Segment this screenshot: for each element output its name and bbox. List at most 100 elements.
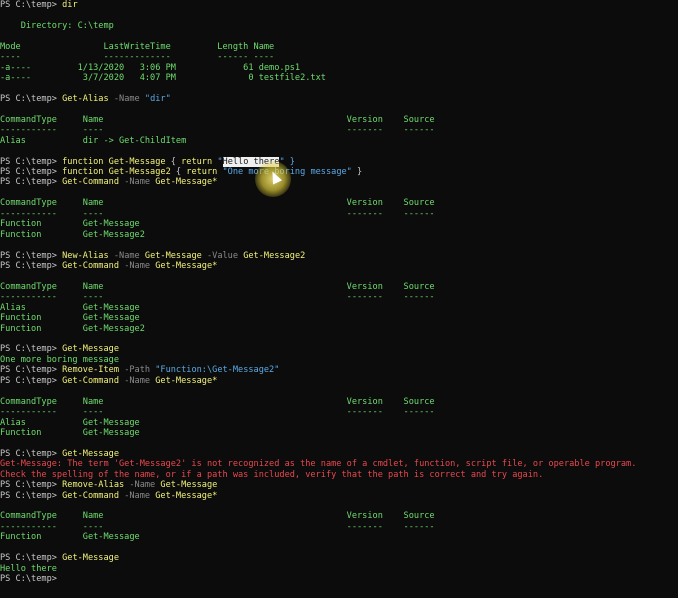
terminal-line: -a---- 3/7/2020 4:07 PM 0 testfile2.txt <box>0 73 678 83</box>
output-text: One more boring message <box>0 354 119 365</box>
terminal-line: One more boring message <box>0 355 678 365</box>
terminal-line: PS C:\temp> Get-Message <box>0 344 678 354</box>
command-text: Get-Command <box>62 177 125 188</box>
command-text: Remove-Alias <box>62 480 130 491</box>
output-text: ----------- ---- ------- ------ <box>0 292 435 303</box>
prompt-text: PS C:\temp> <box>0 0 63 10</box>
prompt-text: PS C:\temp> <box>0 375 63 386</box>
command-text: Get-Message <box>160 480 218 491</box>
terminal-line: PS C:\temp> <box>0 574 678 584</box>
prompt-text: { <box>175 167 187 177</box>
output-text: CommandType Name Version Source <box>0 281 435 292</box>
terminal-line: Directory: C:\temp <box>0 21 678 31</box>
terminal-output[interactable]: PS C:\temp> dir Directory: C:\temp Mode L… <box>0 0 678 585</box>
terminal-line: Mode LastWriteTime Length Name <box>0 42 678 52</box>
terminal-line: Alias dir -> Get-ChildItem <box>0 136 678 146</box>
prompt-text: PS C:\temp> <box>0 250 63 261</box>
output-text: Function Get-Message2 <box>0 229 145 240</box>
parameter-text: -Name <box>124 177 156 188</box>
output-text: Function Get-Message <box>0 313 140 324</box>
output-text: Alias dir -> Get-ChildItem <box>0 135 187 146</box>
terminal-line: PS C:\temp> Remove-Item -Path "Function:… <box>0 365 678 375</box>
terminal-line: ----------- ---- ------- ------ <box>0 292 678 302</box>
terminal-line: ---- ------------- ------ ---- <box>0 52 678 62</box>
terminal-line: PS C:\temp> Get-Command -Name Get-Messag… <box>0 261 678 271</box>
terminal-line: PS C:\temp> Get-Command -Name Get-Messag… <box>0 491 678 501</box>
output-text: Function Get-Message <box>0 532 140 543</box>
terminal-line: Hello there <box>0 564 678 574</box>
prompt-text: PS C:\temp> <box>0 93 63 104</box>
prompt-text: PS C:\temp> <box>0 167 63 177</box>
string-literal: "Function:\Get-Message2" <box>155 365 280 376</box>
parameter-text: -Name <box>113 93 145 104</box>
command-text: Get-Message <box>62 553 120 564</box>
string-literal: "One more boring message" <box>222 167 352 177</box>
command-text: Get-Message* <box>155 260 218 271</box>
output-text: ---- ------------- ------ ---- <box>0 52 275 63</box>
prompt-text: PS C:\temp> <box>0 553 63 564</box>
output-text: ----------- ---- ------- ------ <box>0 125 435 136</box>
parameter-text: -Name <box>124 490 156 501</box>
prompt-text: PS C:\temp> <box>0 260 63 271</box>
parameter-text: -Value <box>206 250 244 261</box>
output-text: Function Get-Message2 <box>0 323 145 334</box>
terminal-line: PS C:\temp> Get-Command -Name Get-Messag… <box>0 177 678 187</box>
terminal-line: Alias Get-Message <box>0 418 678 428</box>
terminal-line: Function Get-Message <box>0 428 678 438</box>
terminal-line: Function Get-Message2 <box>0 324 678 334</box>
terminal-line: CommandType Name Version Source <box>0 511 678 521</box>
output-text: CommandType Name Version Source <box>0 198 435 209</box>
output-text: Alias Get-Message <box>0 417 140 428</box>
output-text: Mode LastWriteTime Length Name <box>0 41 275 52</box>
string-literal: " } <box>279 156 295 167</box>
command-text: return <box>186 167 223 177</box>
terminal-line: Alias Get-Message <box>0 303 678 313</box>
terminal-line: CommandType Name Version Source <box>0 397 678 407</box>
command-text: Get-Message* <box>155 490 218 501</box>
parameter-text: -Name <box>113 250 145 261</box>
output-text: CommandType Name Version Source <box>0 396 435 407</box>
prompt-text: PS C:\temp> <box>0 344 63 355</box>
terminal-window[interactable]: PS C:\temp> dir Directory: C:\temp Mode L… <box>0 0 678 598</box>
terminal-line: Function Get-Message <box>0 532 678 542</box>
output-text: Function Get-Message <box>0 219 140 230</box>
command-text: Get-Message <box>62 448 120 459</box>
terminal-line: CommandType Name Version Source <box>0 115 678 125</box>
terminal-line: ----------- ---- ------- ------ <box>0 407 678 417</box>
parameter-text: -Name <box>124 375 156 386</box>
selected-text: Hello there <box>222 156 280 167</box>
terminal-line: CommandType Name Version Source <box>0 198 678 208</box>
command-text: return <box>181 156 218 167</box>
terminal-line: PS C:\temp> Get-Message <box>0 449 678 459</box>
command-text: Get-Command <box>62 375 125 386</box>
terminal-line: PS C:\temp> Get-Message <box>0 553 678 563</box>
output-text: Directory: C:\temp <box>0 20 114 31</box>
prompt-text: PS C:\temp> <box>0 365 63 376</box>
terminal-line: PS C:\temp> dir <box>0 0 678 10</box>
terminal-line: CommandType Name Version Source <box>0 282 678 292</box>
terminal-line: PS C:\temp> New-Alias -Name Get-Message … <box>0 251 678 261</box>
output-text: Function Get-Message <box>0 427 140 438</box>
command-text: New-Alias <box>62 250 114 261</box>
output-text: ----------- ---- ------- ------ <box>0 521 435 532</box>
output-text: -a---- 3/7/2020 4:07 PM 0 testfile2.txt <box>0 73 326 84</box>
terminal-line: PS C:\temp> Remove-Alias -Name Get-Messa… <box>0 480 678 490</box>
command-text: Get-Message* <box>155 375 218 386</box>
terminal-line: Get-Message: The term 'Get-Message2' is … <box>0 459 678 469</box>
command-text: function Get-Message2 <box>62 167 176 177</box>
output-text: ----------- ---- ------- ------ <box>0 407 435 418</box>
output-text: CommandType Name Version Source <box>0 114 435 125</box>
terminal-line: ----------- ---- ------- ------ <box>0 209 678 219</box>
parameter-text: -Name <box>129 480 161 491</box>
output-text: -a---- 1/13/2020 3:06 PM 61 demo.ps1 <box>0 62 301 73</box>
terminal-line: Function Get-Message <box>0 313 678 323</box>
terminal-line: -a---- 1/13/2020 3:06 PM 61 demo.ps1 <box>0 63 678 73</box>
output-text: Hello there <box>0 563 57 574</box>
